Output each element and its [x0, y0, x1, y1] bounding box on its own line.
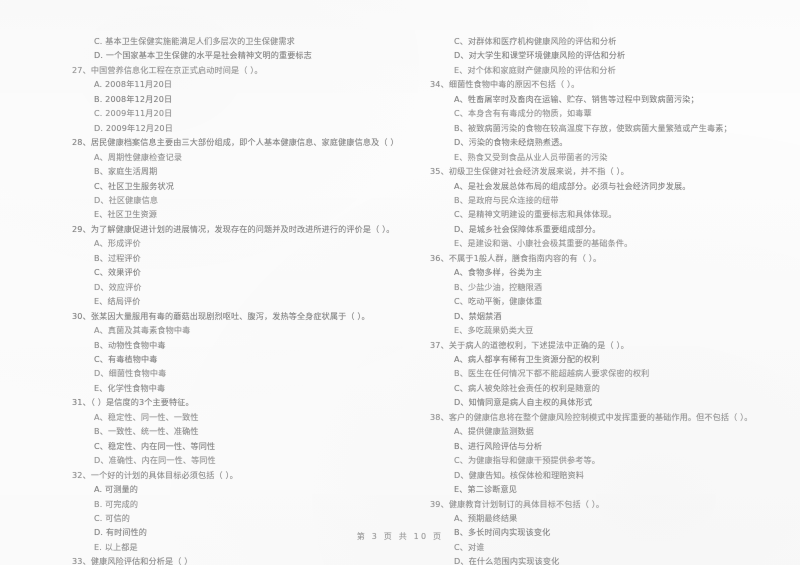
- answer-option: A. 2008年11月20日: [94, 79, 173, 90]
- answer-option: B、是政府与民众连接的纽带: [454, 194, 559, 205]
- answer-option: C、对谁: [454, 541, 485, 552]
- answer-option: D. 2009年12月20日: [94, 122, 173, 133]
- scanned-exam-page: C. 基本卫生保健实施能满足人们多层次的卫生保健需求 D. 一个国家基本卫生保健的…: [0, 0, 800, 565]
- answer-option: A、预期最终结果: [454, 512, 518, 523]
- left-column: C. 基本卫生保健实施能满足人们多层次的卫生保健需求 D. 一个国家基本卫生保健的…: [0, 34, 400, 565]
- answer-option: E、社区卫生资源: [94, 209, 157, 220]
- answer-option: B、被致病菌污染的食物在较高温度下存放，使致病菌大量繁殖或产生毒素；: [454, 122, 732, 133]
- answer-option: C、是精神文明建设的重要标志和具体体现。: [454, 209, 617, 220]
- question-stem: 30、张某因大量服用有毒的蘑菇出现剧烈呕吐、腹泻，发热等全身症状属于（ ）。: [72, 310, 370, 321]
- answer-option: B、过程评价: [94, 252, 141, 263]
- answer-option: C、对群体和医疗机构健康风险的评估和分析: [454, 36, 617, 46]
- answer-option: C、效果评价: [94, 267, 142, 278]
- answer-option: D、知情同意是病人自主权的具体形式: [454, 397, 593, 408]
- right-column-lines: C、对群体和医疗机构健康风险的评估和分析 D、对大学生和课堂环境健康风险的评估和分…: [430, 34, 794, 565]
- answer-option: A、提供健康监测数据: [454, 426, 534, 437]
- answer-option: B、家庭生活周期: [94, 166, 158, 177]
- question-stem: 33、健康风险评估和分析是（ ）: [72, 556, 193, 565]
- question-stem: 28、居民健康档案信息主要由三大部份组成，即个人基本健康信息、家庭健康信息及（ …: [72, 137, 399, 148]
- question-stem: 32、一个好的计划的具体目标必须包括（ ）。: [72, 469, 238, 480]
- answer-option: A、是社会发展总体布局的组成部分。必须与社会经济同步发展。: [454, 180, 691, 191]
- answer-option: C、为健康指导和健康干预提供参考等。: [454, 455, 600, 466]
- question-stem: 29、为了解健康促进计划的进展情况，发现存在的问题并及时改进所进行的评价是（ ）…: [72, 223, 395, 234]
- answer-option: A、形成评价: [94, 238, 141, 249]
- answer-option: C、有毒植物中毒: [94, 353, 158, 364]
- right-column: C、对群体和医疗机构健康风险的评估和分析 D、对大学生和课堂环境健康风险的评估和分…: [400, 34, 800, 565]
- answer-option: E、多吃蔬果奶类大豆: [454, 325, 534, 336]
- answer-option: B、进行风险评估与分析: [454, 440, 543, 451]
- answer-option: A、真菌及其毒素食物中毒: [94, 325, 191, 336]
- answer-option: B. 可完成的: [94, 498, 139, 509]
- answer-option: E、结局评价: [94, 296, 141, 307]
- answer-option: D、污染的食物未经烧熟煮透。: [454, 137, 568, 148]
- answer-option: A、稳定性、同一性、一致性: [94, 411, 199, 422]
- answer-option: D、健康告知。核保体检和理赔资料: [454, 469, 585, 480]
- answer-option: D、是城乡社会保障体系重要组成部分。: [454, 223, 601, 234]
- answer-option: A、病人都享有稀有卫生资源分配的权利: [454, 353, 600, 364]
- question-stem: 38、客户的健康信息将在整个健康风险控制模式中发挥重要的基础作用。但不包括（ ）…: [430, 411, 753, 422]
- answer-option: D、准确性、内在同一性、等同性: [94, 455, 216, 466]
- answer-option: A、牲畜屠宰时及畜肉在运输、贮存、销售等过程中到致病菌污染；: [454, 93, 699, 104]
- two-column-body: C. 基本卫生保健实施能满足人们多层次的卫生保健需求 D. 一个国家基本卫生保健的…: [0, 34, 800, 565]
- page-footer: 第 3 页 共 10 页: [356, 532, 444, 541]
- answer-option: C、病人被免除社会责任的权利是随意的: [454, 382, 600, 393]
- answer-option: E、化学性食物中毒: [94, 382, 166, 393]
- answer-option: D、细菌性食物中毒: [94, 368, 167, 379]
- answer-option: B. 2008年12月20日: [94, 93, 173, 104]
- answer-option: B、医生在任何情况下都不能超越病人要求保密的权利: [454, 368, 650, 379]
- answer-option: C、吃动平衡，健康体重: [454, 296, 543, 307]
- answer-option: E、是建设和谐、小康社会极其重要的基础条件。: [454, 238, 633, 249]
- question-stem: 27、中国营养信息化工程在京正式启动时间是（ ）。: [72, 64, 263, 75]
- answer-option: B、一致性、统一性、准确性: [94, 426, 199, 437]
- question-stem: 39、健康教育计划制订的具体目标不包括（ ）。: [430, 498, 605, 509]
- answer-option: C、本身含有有毒成分的物质，如毒蕈: [454, 108, 592, 119]
- answer-option: C. 2009年11月20日: [94, 108, 173, 119]
- answer-option: D、在什么范围内实现该变化: [454, 556, 560, 565]
- answer-option: E. 以上都是: [94, 541, 138, 552]
- answer-option: D. 一个国家基本卫生保健的水平是社会精神文明的重要标志: [94, 50, 312, 61]
- question-stem: 31、（ ）是信度的3个主要特征。: [72, 397, 194, 408]
- answer-option: C. 基本卫生保健实施能满足人们多层次的卫生保健需求: [94, 36, 295, 46]
- answer-option: C. 可信的: [94, 512, 130, 523]
- answer-option: D、对大学生和课堂环境健康风险的评估和分析: [454, 50, 626, 61]
- answer-option: C、稳定性、内在同一性、等同性: [94, 440, 216, 451]
- answer-option: E、熟食又受到食品从业人员带菌者的污染: [454, 151, 608, 162]
- question-stem: 35、初级卫生保健对社会经济发展来说，并不指（ ）。: [430, 166, 629, 177]
- answer-option: E、对个体和家庭财产健康风险的评估和分析: [454, 64, 616, 75]
- answer-option: A、食物多样，谷类为主: [454, 267, 543, 278]
- answer-option: B、少盐少油，控糖限酒: [454, 281, 543, 292]
- answer-option: D、效应评价: [94, 281, 142, 292]
- answer-option: A. 可测量的: [94, 484, 138, 495]
- answer-option: C、社区卫生服务状况: [94, 180, 174, 191]
- question-stem: 34、细菌性食物中毒的原因不包括（ ）。: [430, 79, 580, 90]
- answer-option: D、社区健康信息: [94, 194, 159, 205]
- question-stem: 36、不属于1般人群，膳食指南内容的有（ ）。: [430, 252, 602, 263]
- answer-option: D、禁烟禁酒: [454, 310, 502, 321]
- answer-option: B、动物性食物中毒: [94, 339, 166, 350]
- answer-option: A、周期性健康检查记录: [94, 151, 183, 162]
- question-stem: 37、关于病人的道德权利，下述提法中正确的是（ ）。: [430, 339, 629, 350]
- answer-option: E、第二诊断意见: [454, 484, 517, 495]
- left-column-lines: C. 基本卫生保健实施能满足人们多层次的卫生保健需求 D. 一个国家基本卫生保健的…: [72, 34, 399, 565]
